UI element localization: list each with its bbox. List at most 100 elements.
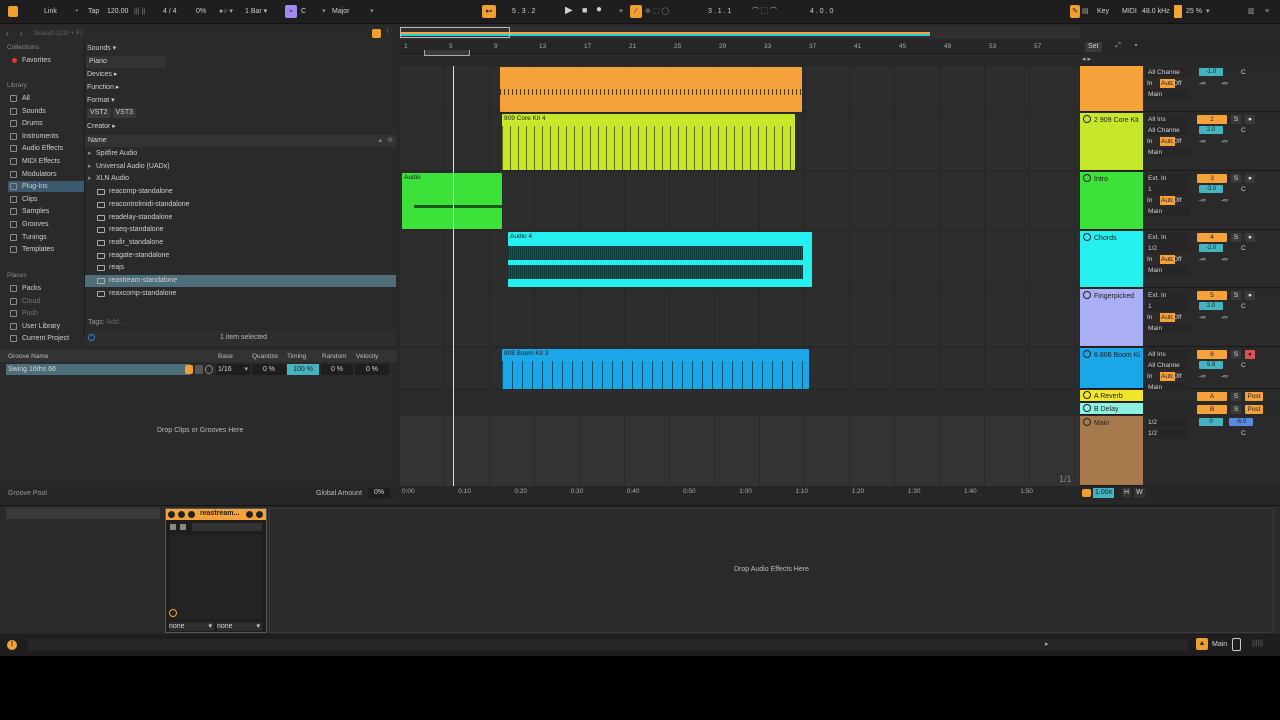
play-button[interactable]: ▶	[565, 4, 573, 17]
arm-button[interactable]: ●	[1245, 350, 1255, 359]
link-button[interactable]: Link	[44, 5, 57, 18]
send-b[interactable]: -∞	[1221, 79, 1228, 88]
cue-output-select[interactable]: 1/2	[1146, 429, 1190, 438]
groove-base-select[interactable]: 1/16 ▾	[216, 364, 250, 375]
track-header[interactable]: 6 808 Boom Ki	[1080, 348, 1143, 389]
tempo-field[interactable]: 120.00	[107, 5, 128, 18]
midi-indicator-icon[interactable]: ▲	[1196, 638, 1208, 650]
pan-field[interactable]: C	[1241, 244, 1246, 253]
return-header[interactable]: A Reverb	[1080, 390, 1143, 402]
groove-commit-icon[interactable]	[185, 365, 193, 374]
tags-input[interactable]: Add...	[106, 319, 124, 326]
filter-devices[interactable]: Devices ▸	[87, 69, 117, 81]
loop-length-field[interactable]: 4 . 0 . 0	[810, 5, 833, 18]
time-ruler[interactable]: 0:00 0:10 0:20 0:30 0:40 0:50 1:00 1:10 1:20 1:30…	[400, 486, 1080, 500]
sidebar-item-samples[interactable]: Samples	[8, 206, 84, 217]
nudge-icon[interactable]: ||| ||	[134, 5, 145, 18]
volume-field[interactable]: 5.9	[1199, 361, 1223, 369]
input-type-select[interactable]: All Ins	[1146, 350, 1190, 359]
scale-select[interactable]: Major	[332, 5, 350, 18]
loop-icons[interactable]: ⌒ ⬚ ⌒	[752, 5, 777, 18]
knob-icon[interactable]	[169, 609, 177, 617]
set-button[interactable]: Set	[1085, 42, 1102, 52]
search-input[interactable]: Search (Ctrl + F)	[34, 28, 364, 39]
lock-icon[interactable]: ▪	[1130, 42, 1142, 52]
quantize-menu[interactable]: 1 Bar ▾	[245, 5, 267, 18]
audio-clip-chords[interactable]: Audio 4	[508, 232, 812, 287]
info-icon[interactable]	[88, 334, 95, 341]
file-item[interactable]: reajs	[85, 262, 396, 274]
monitor-off[interactable]: Off	[1173, 196, 1182, 205]
h-button[interactable]: H	[1122, 488, 1132, 498]
sort-icon[interactable]: ▴	[378, 135, 382, 147]
monitor-off[interactable]: Off	[1173, 372, 1182, 381]
beat-ruler[interactable]: 1 5 9 13 17 21 25 29 33 37 41 45 49 53 57	[400, 40, 1080, 56]
groove-save-icon[interactable]	[195, 365, 203, 374]
monitor-off[interactable]: Off	[1173, 255, 1182, 264]
monitor-off[interactable]: Off	[1173, 137, 1182, 146]
monitor-off[interactable]: Off	[1173, 313, 1182, 322]
track-activator[interactable]: 6	[1197, 350, 1227, 359]
volume-field[interactable]: -3.0	[1199, 185, 1223, 193]
track-activator[interactable]: 5	[1197, 291, 1227, 300]
solo-button[interactable]: S	[1231, 291, 1241, 300]
menu-icon[interactable]: ≡	[1265, 5, 1269, 18]
column-menu-icon[interactable]: ⊖	[387, 135, 393, 147]
sidebar-item-instruments[interactable]: Instruments	[8, 131, 84, 142]
output-select[interactable]: Main	[1146, 266, 1190, 275]
sidebar-item-templates[interactable]: Templates	[8, 244, 84, 255]
send-a[interactable]: -∞	[1199, 255, 1206, 264]
return-lane[interactable]	[400, 403, 1080, 415]
monitor-in[interactable]: In	[1147, 313, 1152, 322]
input-channel-select[interactable]: 1	[1146, 185, 1190, 194]
overview-icon[interactable]: ▥	[1248, 5, 1255, 18]
arrangement-position[interactable]: 5 . 3 . 2	[512, 5, 535, 18]
device-menu-icon[interactable]	[256, 511, 263, 518]
post-button[interactable]: Post	[1245, 405, 1263, 414]
input-select[interactable]: none ▾	[169, 622, 214, 631]
filter-format[interactable]: Format ▾	[87, 95, 115, 107]
solo-button[interactable]: S	[1231, 405, 1241, 414]
output-select[interactable]: Main	[1146, 90, 1190, 99]
output-select[interactable]: none ▾	[217, 622, 262, 631]
track-header[interactable]: Intro	[1080, 172, 1143, 230]
input-channel-select[interactable]: 1	[1146, 302, 1190, 311]
plugin-window-icon[interactable]	[180, 524, 186, 530]
return-activator[interactable]: B	[1197, 405, 1227, 414]
sidebar-item-favorites[interactable]: Favorites	[8, 55, 84, 66]
pan-field[interactable]: C	[1241, 361, 1246, 370]
param-icon[interactable]	[170, 524, 176, 530]
place-cloud[interactable]: Cloud	[8, 296, 84, 307]
zoom-field[interactable]: 1.00x	[1093, 488, 1115, 498]
arm-button[interactable]: ●	[1245, 174, 1255, 183]
pan-field[interactable]: C	[1241, 68, 1246, 77]
metronome-icon[interactable]: ●○ ▾	[219, 5, 233, 18]
pan-field[interactable]: C	[1241, 302, 1246, 311]
sidebar-item-tunings[interactable]: Tunings	[8, 232, 84, 243]
sidebar-item-modulators[interactable]: Modulators	[8, 169, 84, 180]
time-signature[interactable]: 4 / 4	[163, 5, 177, 18]
monitor-in[interactable]: In	[1147, 255, 1152, 264]
send-b[interactable]: -∞	[1221, 372, 1228, 381]
input-type-select[interactable]: Ext. In	[1146, 174, 1190, 183]
key-select[interactable]: C	[301, 5, 306, 18]
file-item[interactable]: reafir_standalone	[85, 237, 396, 249]
solo-button[interactable]: S	[1231, 233, 1241, 242]
return-lane[interactable]	[400, 390, 1080, 402]
track-header[interactable]: Fingerpicked	[1080, 289, 1143, 347]
groove-timing-field[interactable]: 100 %	[287, 364, 319, 375]
folder-item[interactable]: Spitfire Audio	[85, 148, 396, 160]
send-a[interactable]: -∞	[1199, 196, 1206, 205]
input-type-select[interactable]: All Ins	[1146, 115, 1190, 124]
overview-strip[interactable]	[400, 26, 1080, 39]
track-lane[interactable]	[400, 289, 1080, 346]
volume-field[interactable]: 2.0	[1199, 126, 1223, 134]
overview-viewport[interactable]	[400, 27, 510, 38]
monitor-in[interactable]: In	[1147, 79, 1152, 88]
track-nav-icons[interactable]: ◂ ▸	[1082, 55, 1091, 63]
send-a[interactable]: -∞	[1199, 313, 1206, 322]
capture-icon[interactable]: ⊕ ⬚ ◯	[645, 5, 669, 18]
main-output-select[interactable]: 1/2	[1146, 418, 1190, 427]
follow-icon[interactable]: ▸▪	[482, 5, 496, 18]
monitor-in[interactable]: In	[1147, 137, 1152, 146]
